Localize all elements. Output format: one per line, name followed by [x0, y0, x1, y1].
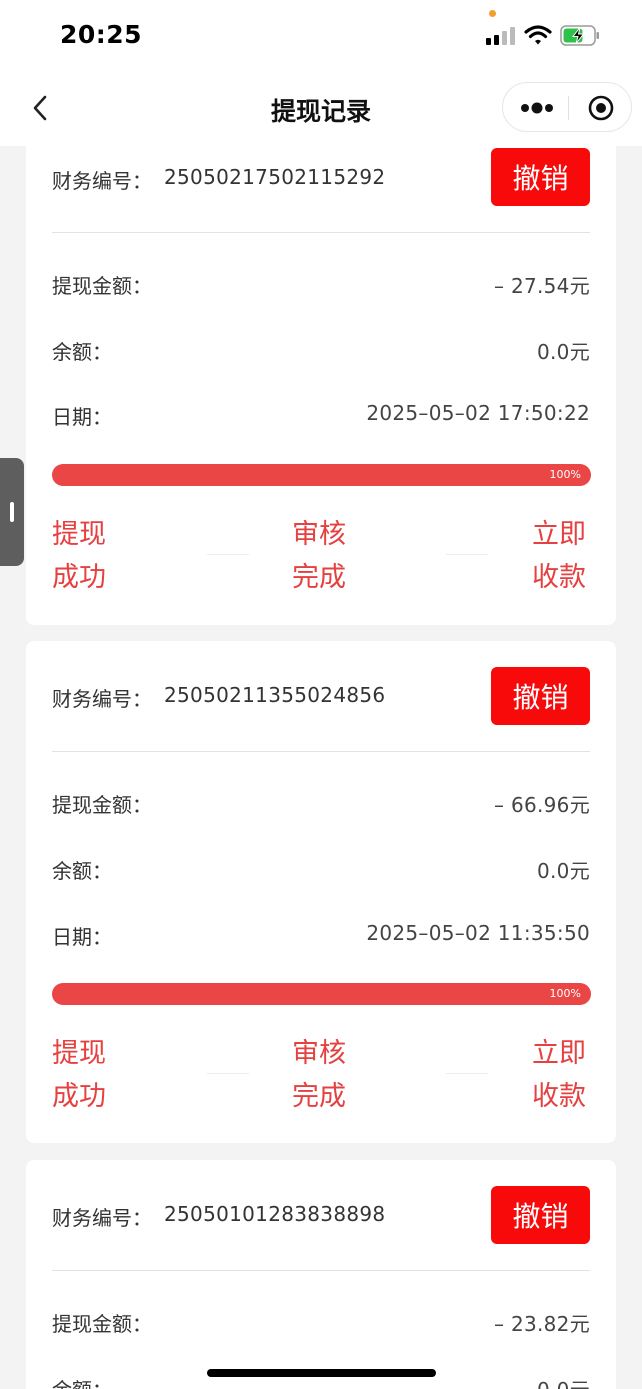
date-value: 2025–05–02 11:35:50 — [366, 921, 590, 945]
withdrawal-record-card: 财务编号： 25050217502115292 撤销 提现金额： – 27.54… — [26, 120, 616, 625]
withdrawal-record-card: 财务编号： 25050101283838898 撤销 提现金额： – 23.82… — [26, 1160, 616, 1389]
capsule-divider — [568, 96, 569, 120]
navigation-bar: 提现记录 — [0, 72, 642, 146]
divider — [52, 232, 590, 233]
serial-label: 财务编号： — [52, 687, 152, 711]
step-review-complete: 审核 完成 — [292, 1038, 346, 1112]
balance-value: 0.0元 — [536, 340, 590, 364]
step-connector — [207, 554, 249, 555]
amount-value: – 23.82元 — [493, 1312, 590, 1336]
progress-label: 100% — [549, 987, 581, 1000]
serial-number: 25050101283838898 — [164, 1202, 386, 1226]
amount-label: 提现金额： — [52, 274, 152, 298]
amount-value: – 27.54元 — [493, 274, 590, 298]
amount-label: 提现金额： — [52, 793, 152, 817]
target-close-icon — [588, 95, 614, 121]
step-connector — [207, 1073, 249, 1074]
record-header: 财务编号： 25050211355024856 撤销 — [52, 667, 590, 756]
close-miniprogram-button[interactable] — [581, 92, 621, 124]
privacy-indicator-dot — [489, 10, 496, 17]
progress-label: 100% — [549, 468, 581, 481]
floating-side-handle[interactable] — [0, 458, 24, 566]
balance-label: 余额： — [52, 340, 112, 364]
balance-value: 0.0元 — [536, 859, 590, 883]
amount-row: 提现金额： – 23.82元 — [52, 1308, 590, 1338]
more-button[interactable] — [517, 92, 557, 124]
serial-number: 25050217502115292 — [164, 165, 386, 189]
balance-row: 余额： 0.0元 — [52, 855, 590, 885]
date-row: 日期： 2025–05–02 11:35:50 — [52, 921, 590, 951]
step-withdraw-success: 提现 成功 — [52, 519, 106, 593]
serial-number: 25050211355024856 — [164, 683, 386, 707]
step-withdraw-success: 提现 成功 — [52, 1038, 106, 1112]
divider — [52, 751, 590, 752]
step-connector — [446, 554, 488, 555]
progress-bar: 100% — [52, 464, 591, 486]
progress-steps: 提现 成功 审核 完成 立即 收款 — [52, 1032, 590, 1112]
home-indicator — [207, 1369, 436, 1377]
cancel-button[interactable]: 撤销 — [491, 1186, 590, 1244]
cellular-signal-icon — [486, 27, 516, 45]
cancel-button[interactable]: 撤销 — [491, 667, 590, 725]
balance-row: 余额： 0.0元 — [52, 336, 590, 366]
date-label: 日期： — [52, 405, 112, 429]
serial-label: 财务编号： — [52, 1206, 152, 1230]
step-connector — [446, 1073, 488, 1074]
battery-charging-icon — [560, 25, 600, 46]
progress-bar: 100% — [52, 983, 591, 1005]
miniprogram-capsule — [502, 82, 632, 132]
date-label: 日期： — [52, 925, 112, 949]
cancel-button[interactable]: 撤销 — [491, 148, 590, 206]
step-review-complete: 审核 完成 — [292, 519, 346, 593]
status-bar: 20:25 — [0, 0, 642, 72]
date-value: 2025–05–02 17:50:22 — [366, 401, 590, 425]
date-row: 日期： 2025–05–02 17:50:22 — [52, 401, 590, 431]
wifi-icon — [524, 24, 552, 46]
record-header: 财务编号： 25050101283838898 撤销 — [52, 1186, 590, 1275]
amount-value: – 66.96元 — [493, 793, 590, 817]
progress-steps: 提现 成功 审核 完成 立即 收款 — [52, 513, 590, 593]
balance-label: 余额： — [52, 859, 112, 883]
balance-value: 0.0元 — [537, 1374, 590, 1389]
more-dots-icon — [521, 102, 553, 114]
serial-label: 财务编号： — [52, 169, 152, 193]
amount-label: 提现金额： — [52, 1312, 152, 1336]
amount-row: 提现金额： – 66.96元 — [52, 789, 590, 819]
status-time: 20:25 — [60, 20, 143, 49]
amount-row: 提现金额： – 27.54元 — [52, 270, 590, 300]
withdrawal-record-card: 财务编号： 25050211355024856 撤销 提现金额： – 66.96… — [26, 641, 616, 1143]
divider — [52, 1270, 590, 1271]
step-receive-now: 立即 收款 — [532, 519, 586, 593]
step-receive-now: 立即 收款 — [532, 1038, 586, 1112]
record-header: 财务编号： 25050217502115292 撤销 — [52, 148, 590, 238]
balance-label: 余额： — [52, 1374, 112, 1389]
